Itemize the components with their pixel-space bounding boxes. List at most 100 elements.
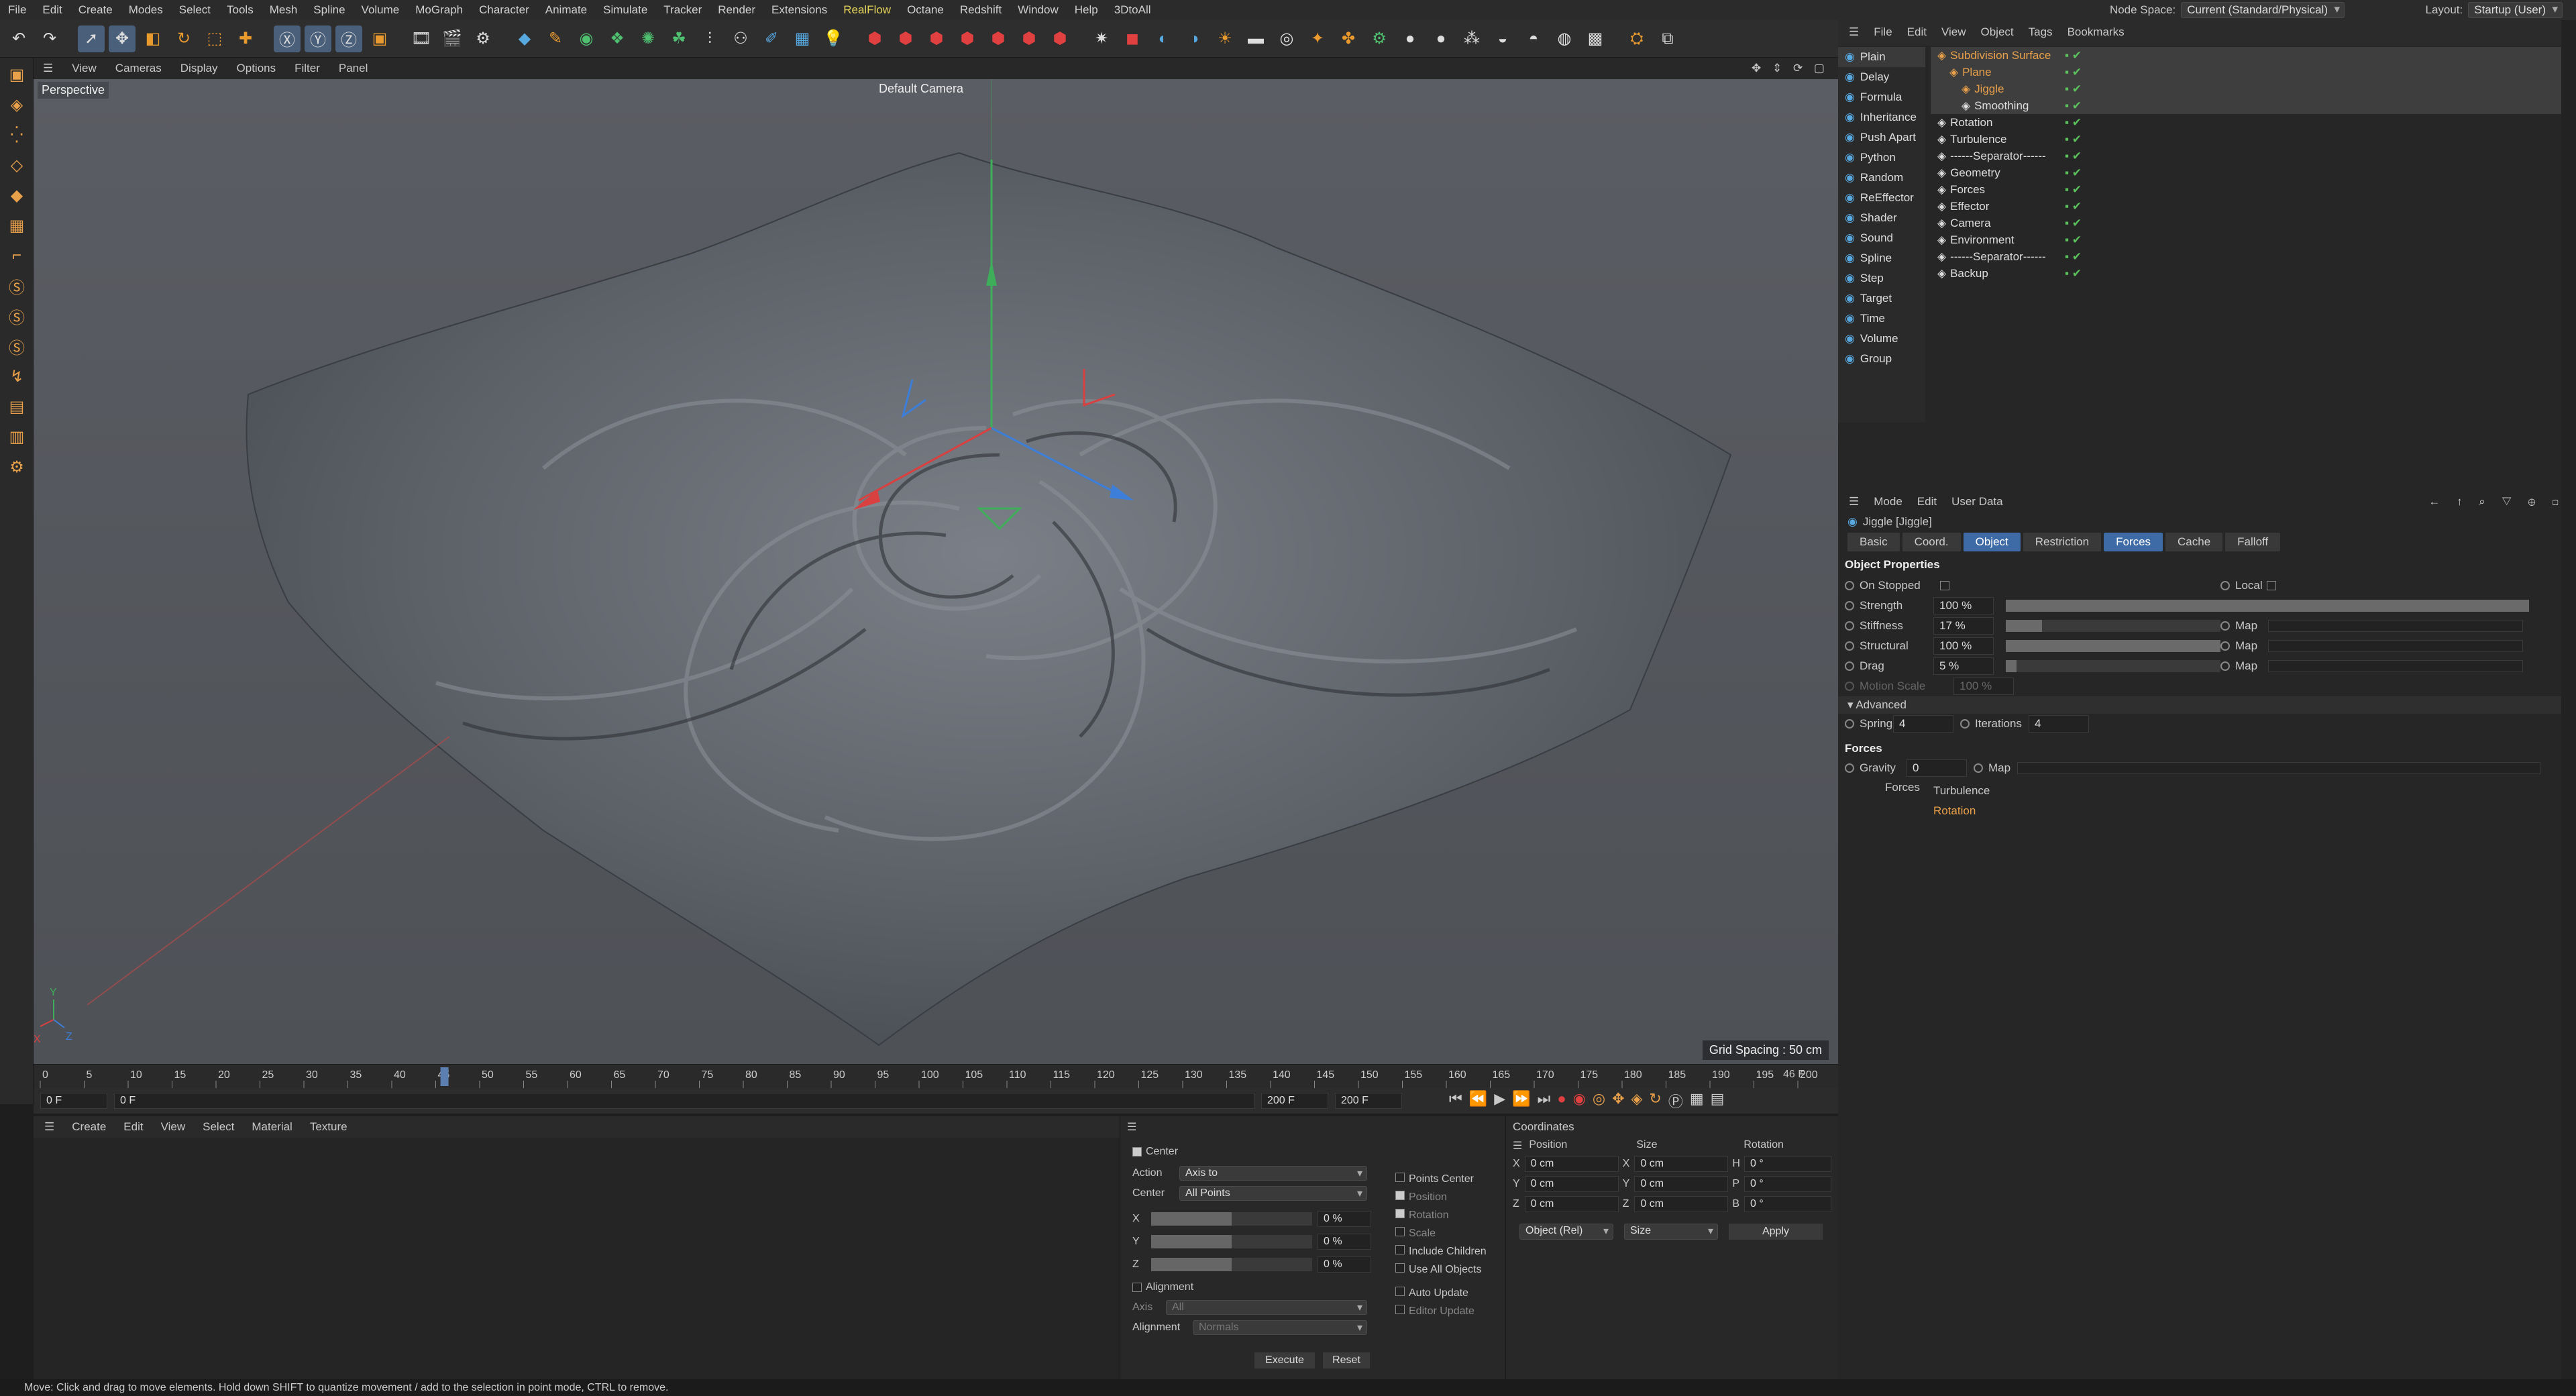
menu-mesh[interactable]: Mesh xyxy=(262,3,306,17)
visibility-check-icon[interactable]: ▪ ✔ xyxy=(2065,116,2082,129)
menu-animate[interactable]: Animate xyxy=(537,3,595,17)
visibility-check-icon[interactable]: ▪ ✔ xyxy=(2065,250,2082,264)
force-item-rotation[interactable]: Rotation xyxy=(1933,801,1990,821)
attr-hamburger-icon[interactable]: ☰ xyxy=(1849,495,1859,508)
deformer-icon[interactable]: ⫶ xyxy=(696,25,723,52)
y-value-field[interactable]: 0 % xyxy=(1318,1234,1371,1250)
menu-mograph[interactable]: MoGraph xyxy=(407,3,471,17)
points-mode-icon[interactable]: ⁛ xyxy=(3,121,30,148)
drag-radio[interactable] xyxy=(1845,661,1854,671)
visibility-check-icon[interactable]: ▪ ✔ xyxy=(2065,83,2082,96)
mat-menu-texture[interactable]: Texture xyxy=(310,1120,347,1134)
obj-menu-view[interactable]: View xyxy=(1941,25,1966,40)
keyframe-selection-icon[interactable]: ◎ xyxy=(1593,1090,1605,1112)
quick-list-item[interactable]: ◉ Inheritance xyxy=(1838,107,1925,127)
texture-mode-icon[interactable]: ◈ xyxy=(3,91,30,118)
action-dropdown[interactable]: Axis to xyxy=(1179,1166,1367,1181)
stiffness-map-radio[interactable] xyxy=(2220,621,2230,631)
end-frame-2-field[interactable]: 200 F xyxy=(1335,1093,1402,1109)
drag-field[interactable]: 5 % xyxy=(1933,657,1994,675)
strength-slider[interactable] xyxy=(2006,600,2529,612)
pla-key-icon[interactable]: ▦ xyxy=(1690,1090,1704,1112)
octane-objects-icon[interactable]: ✦ xyxy=(1304,25,1331,52)
menu-help[interactable]: Help xyxy=(1067,3,1106,17)
scale-checkbox[interactable] xyxy=(1395,1227,1405,1236)
tree-item[interactable]: ◈ ------Separator------ ▪ ✔ xyxy=(1931,148,2561,164)
magnet-icon[interactable]: ↯ xyxy=(3,363,30,390)
stiffness-radio[interactable] xyxy=(1845,621,1854,631)
rotation-field[interactable]: 0 ° xyxy=(1744,1156,1832,1172)
visibility-check-icon[interactable]: ▪ ✔ xyxy=(2065,200,2082,213)
advanced-toggle-icon[interactable]: ▾ xyxy=(1847,698,1854,711)
octane-area-light-icon[interactable]: ▬ xyxy=(1242,25,1269,52)
visibility-check-icon[interactable]: ▪ ✔ xyxy=(2065,233,2082,247)
autokey-icon[interactable]: ◉ xyxy=(1573,1090,1586,1112)
use-all-objects-checkbox[interactable] xyxy=(1395,1263,1405,1273)
rotate-tool-icon[interactable]: ↻ xyxy=(170,25,197,52)
tree-item[interactable]: ◈ Subdivision Surface ▪ ✔ xyxy=(1931,47,2561,64)
tree-item[interactable]: ◈ ------Separator------ ▪ ✔ xyxy=(1931,248,2561,265)
tree-item[interactable]: ◈ Environment ▪ ✔ xyxy=(1931,231,2561,248)
octane-sky-icon[interactable]: ◒ xyxy=(1489,25,1516,52)
play-icon[interactable]: ▶ xyxy=(1494,1090,1505,1112)
gravity-map-radio[interactable] xyxy=(1974,763,1983,773)
redo-icon[interactable]: ↷ xyxy=(36,25,63,52)
iterations-radio[interactable] xyxy=(1960,719,1970,729)
playhead-marker[interactable] xyxy=(440,1067,449,1086)
menu-tools[interactable]: Tools xyxy=(219,3,262,17)
snap-icon[interactable]: Ⓢ xyxy=(3,272,30,299)
vp-menu-filter[interactable]: Filter xyxy=(285,62,329,75)
lock-workplane-icon[interactable]: ▥ xyxy=(3,423,30,450)
quick-list-item[interactable]: ◉ Plain xyxy=(1838,47,1925,67)
local-radio[interactable] xyxy=(2220,581,2230,590)
mat-hamburger-icon[interactable]: ☰ xyxy=(44,1120,54,1134)
z-slider[interactable] xyxy=(1151,1258,1312,1271)
menu-realflow[interactable]: RealFlow xyxy=(835,3,899,17)
x-value-field[interactable]: 0 % xyxy=(1318,1211,1371,1227)
menu-3dtoall[interactable]: 3DtoAll xyxy=(1106,3,1159,17)
move-tool-icon[interactable]: ✥ xyxy=(109,25,136,52)
subdivision-surface-icon[interactable]: ◉ xyxy=(573,25,600,52)
position-field[interactable]: 0 cm xyxy=(1524,1176,1619,1192)
structural-map-radio[interactable] xyxy=(2220,641,2230,651)
octane-sphere-2-icon[interactable]: ● xyxy=(1397,25,1424,52)
quick-list-item[interactable]: ◉ Random xyxy=(1838,168,1925,188)
redshift-tool-icon[interactable]: ⛭ xyxy=(1623,25,1650,52)
tab-coord[interactable]: Coord. xyxy=(1902,533,1961,551)
camera-icon[interactable]: ✐ xyxy=(758,25,785,52)
obj-hamburger-icon[interactable]: ☰ xyxy=(1849,25,1859,40)
position-field[interactable]: 0 cm xyxy=(1524,1196,1619,1212)
advanced-section[interactable]: ▾ Advanced xyxy=(1838,696,2576,714)
obj-menu-tags[interactable]: Tags xyxy=(2029,25,2053,40)
polygons-mode-icon[interactable]: ◆ xyxy=(3,182,30,209)
structural-slider[interactable] xyxy=(2006,640,2220,652)
x-axis-lock-icon[interactable]: Ⓧ xyxy=(274,25,301,52)
x-slider[interactable] xyxy=(1151,1212,1312,1226)
timeline-ruler[interactable]: 0510152025303540455055606570758085909510… xyxy=(34,1064,1838,1089)
menu-tracker[interactable]: Tracker xyxy=(655,3,710,17)
realflow-particles-icon[interactable]: ⬢ xyxy=(985,25,1012,52)
mat-menu-edit[interactable]: Edit xyxy=(123,1120,143,1134)
axis-mode-icon[interactable]: ⌐ xyxy=(3,242,30,269)
tree-item[interactable]: ◈ Plane ▪ ✔ xyxy=(1931,64,2561,80)
record-icon[interactable]: ● xyxy=(1557,1090,1566,1112)
z-value-field[interactable]: 0 % xyxy=(1318,1256,1371,1273)
drag-slider[interactable] xyxy=(2006,660,2220,672)
mat-menu-view[interactable]: View xyxy=(161,1120,186,1134)
stiffness-map-field[interactable] xyxy=(2268,620,2524,632)
on-stopped-checkbox[interactable] xyxy=(1940,581,1949,590)
realflow-tag-icon[interactable]: ⬢ xyxy=(1046,25,1073,52)
local-checkbox[interactable] xyxy=(2266,581,2276,590)
position-field[interactable]: 0 cm xyxy=(1524,1156,1619,1172)
menu-create[interactable]: Create xyxy=(70,3,121,17)
menu-extensions[interactable]: Extensions xyxy=(763,3,835,17)
go-end-icon[interactable]: ⏭ xyxy=(1538,1090,1551,1112)
pen-spline-icon[interactable]: ✎ xyxy=(542,25,569,52)
quick-list-item[interactable]: ◉ Formula xyxy=(1838,87,1925,107)
vp-menu-view[interactable]: View xyxy=(62,62,106,75)
octane-volume-icon[interactable]: ◍ xyxy=(1551,25,1578,52)
springs-radio[interactable] xyxy=(1845,719,1854,729)
3d-viewport[interactable]: Y X Z Perspective Default Camera Grid Sp… xyxy=(34,79,1838,1064)
tab-basic[interactable]: Basic xyxy=(1847,533,1900,551)
rotation-key-icon[interactable]: ↻ xyxy=(1649,1090,1661,1112)
